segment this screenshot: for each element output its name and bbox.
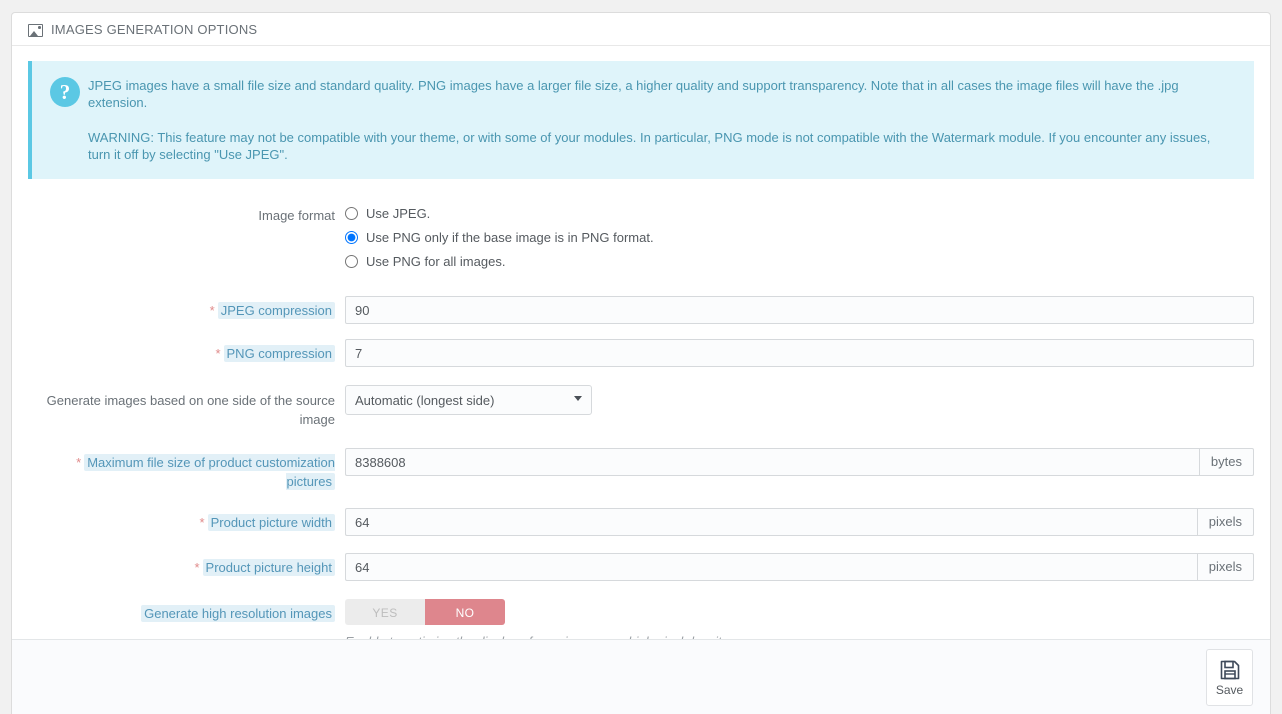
source-side-select[interactable]: Automatic (longest side) bbox=[345, 385, 592, 415]
form-row-png-compression: * PNG compression bbox=[28, 339, 1254, 367]
png-compression-label[interactable]: PNG compression bbox=[223, 345, 335, 362]
picture-width-label-col: * Product picture width bbox=[28, 508, 345, 532]
radio-use-jpeg[interactable] bbox=[345, 206, 358, 220]
page: IMAGES GENERATION OPTIONS ? JPEG images … bbox=[0, 0, 1282, 714]
panel-footer: Save bbox=[12, 639, 1270, 714]
page-title: IMAGES GENERATION OPTIONS bbox=[51, 21, 258, 37]
form-row-image-format: Image format Use JPEG. Use PNG only if t… bbox=[28, 201, 1254, 273]
max-file-size-unit: bytes bbox=[1198, 448, 1254, 476]
picture-height-label-col: * Product picture height bbox=[28, 553, 345, 577]
alert-paragraph-2: WARNING: This feature may not be compati… bbox=[88, 130, 1211, 162]
picture-height-unit: pixels bbox=[1196, 553, 1254, 581]
png-compression-label-col: * PNG compression bbox=[28, 339, 345, 363]
high-resolution-toggle[interactable]: YES NO bbox=[345, 599, 505, 625]
form-row-picture-width: *Product picture width pixels bbox=[28, 508, 1254, 536]
panel-body: ? JPEG images have a small file size and… bbox=[12, 46, 1270, 649]
radio-use-png-all-label[interactable]: Use PNG for all images. bbox=[366, 254, 505, 269]
form-row-jpeg-compression: * JPEG compression bbox=[28, 296, 1254, 324]
floppy-disk-icon bbox=[1220, 660, 1239, 679]
jpeg-compression-control bbox=[345, 296, 1254, 324]
picture-width-unit: pixels bbox=[1196, 508, 1254, 536]
question-circle-icon: ? bbox=[50, 77, 80, 107]
panel-header: IMAGES GENERATION OPTIONS bbox=[12, 13, 1270, 46]
required-asterisk: * bbox=[215, 346, 221, 361]
high-resolution-no-button[interactable]: NO bbox=[425, 599, 505, 625]
picture-height-label[interactable]: Product picture height bbox=[202, 559, 335, 576]
picture-height-group: pixels bbox=[345, 553, 1254, 581]
high-resolution-label-col: Generate high resolution images bbox=[28, 599, 345, 623]
radio-option-use-png-all[interactable]: Use PNG for all images. bbox=[345, 249, 1254, 273]
required-asterisk: * bbox=[194, 560, 200, 575]
save-button[interactable]: Save bbox=[1206, 648, 1253, 706]
image-format-label: Image format bbox=[258, 208, 335, 223]
alert-paragraph-1: JPEG images have a small file size and s… bbox=[88, 78, 1179, 110]
source-side-select-wrap: Automatic (longest side) bbox=[345, 385, 592, 415]
required-asterisk: * bbox=[199, 515, 205, 530]
png-compression-input[interactable] bbox=[345, 339, 1254, 367]
save-button-label: Save bbox=[1215, 682, 1244, 697]
jpeg-compression-label-col: * JPEG compression bbox=[28, 296, 345, 320]
radio-option-use-jpeg[interactable]: Use JPEG. bbox=[345, 201, 1254, 225]
max-file-size-label[interactable]: Maximum file size of product customizati… bbox=[84, 454, 335, 490]
picture-width-control: pixels bbox=[345, 508, 1254, 536]
picture-height-control: pixels bbox=[345, 553, 1254, 581]
png-compression-control bbox=[345, 339, 1254, 367]
form-row-picture-height: *Product picture height pixels bbox=[28, 553, 1254, 581]
high-resolution-yes-button[interactable]: YES bbox=[345, 599, 425, 625]
images-generation-options-panel: IMAGES GENERATION OPTIONS ? JPEG images … bbox=[11, 12, 1271, 714]
source-side-label: Generate images based on one side of the… bbox=[46, 393, 335, 427]
image-icon bbox=[28, 23, 43, 37]
required-asterisk: * bbox=[76, 455, 82, 470]
radio-use-png-base[interactable] bbox=[345, 230, 358, 244]
radio-use-jpeg-label[interactable]: Use JPEG. bbox=[366, 206, 430, 221]
max-file-size-label-col: * Maximum file size of product customizat… bbox=[28, 448, 345, 491]
picture-width-input[interactable] bbox=[345, 508, 1197, 536]
radio-use-png-all[interactable] bbox=[345, 254, 358, 268]
picture-width-group: pixels bbox=[345, 508, 1254, 536]
max-file-size-control: bytes bbox=[345, 448, 1254, 476]
info-alert: ? JPEG images have a small file size and… bbox=[28, 61, 1254, 179]
form-row-max-file-size: * Maximum file size of product customizat… bbox=[28, 448, 1254, 491]
image-format-options: Use JPEG. Use PNG only if the base image… bbox=[345, 201, 1254, 273]
radio-option-use-png-base[interactable]: Use PNG only if the base image is in PNG… bbox=[345, 225, 1254, 249]
max-file-size-group: bytes bbox=[345, 448, 1254, 476]
source-side-control: Automatic (longest side) bbox=[345, 385, 1254, 415]
jpeg-compression-input[interactable] bbox=[345, 296, 1254, 324]
jpeg-compression-label[interactable]: JPEG compression bbox=[217, 302, 335, 319]
high-resolution-label[interactable]: Generate high resolution images bbox=[141, 605, 335, 622]
max-file-size-input[interactable] bbox=[345, 448, 1199, 476]
picture-height-input[interactable] bbox=[345, 553, 1197, 581]
required-asterisk: * bbox=[209, 303, 215, 318]
form-row-source-side: Generate images based on one side of the… bbox=[28, 385, 1254, 429]
picture-width-label[interactable]: Product picture width bbox=[207, 514, 335, 531]
radio-use-png-base-label[interactable]: Use PNG only if the base image is in PNG… bbox=[366, 230, 654, 245]
